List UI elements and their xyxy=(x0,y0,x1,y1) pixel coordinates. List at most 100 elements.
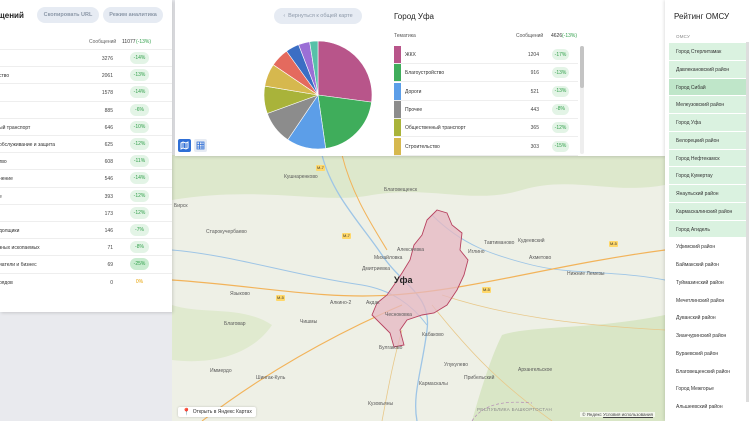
topic-count: 1204 xyxy=(527,52,539,58)
topic-row[interactable]: обслуживание и защита 625 -12% xyxy=(0,135,172,152)
omsu-item[interactable]: Город Уфа xyxy=(669,113,749,131)
omsu-item[interactable]: Кармаскалинский район xyxy=(669,201,749,220)
omsu-item[interactable]: Баймакский район xyxy=(669,255,749,273)
topic-name: нение xyxy=(0,176,13,183)
topic-row[interactable]: 173 -12% xyxy=(0,203,172,221)
topic-row[interactable]: иатели и бизнес 69 -25% xyxy=(0,255,172,272)
omsu-item-label: Давлекановский район xyxy=(676,66,730,73)
topic-row[interactable]: зных ископаемых 71 -8% xyxy=(0,238,172,255)
omsu-item[interactable]: Туймазинский район xyxy=(669,272,749,291)
omsu-item[interactable]: Давлекановский район xyxy=(669,59,749,78)
topic-count: 443 xyxy=(530,106,539,113)
topic-row[interactable]: тво 608 -11% xyxy=(0,152,172,169)
topic-name: ый транспорт xyxy=(0,124,31,131)
topic-row[interactable]: нение 546 -14% xyxy=(0,169,172,186)
back-to-map-label: Вернуться к общей карте xyxy=(288,13,353,19)
topic-name: Строительство xyxy=(405,143,440,150)
omsu-item[interactable]: Белорецкий район xyxy=(669,130,749,149)
topic-change-badge: -12% xyxy=(130,189,149,202)
topic-row[interactable]: 885 -6% xyxy=(0,100,172,118)
table-view-button[interactable] xyxy=(194,139,207,152)
omsu-item[interactable]: Город Нефтекамск xyxy=(669,148,749,167)
messages-column-change: (-13%) xyxy=(562,33,578,39)
topic-row[interactable]: 3276 -14% xyxy=(0,49,172,66)
omsu-item[interactable]: Город Кумертау xyxy=(669,166,749,185)
omsu-item[interactable]: Бураевский район xyxy=(669,343,749,362)
table-scrollbar[interactable] xyxy=(580,46,584,154)
back-to-map-button[interactable]: ‹ Вернуться к общей карте xyxy=(274,8,362,24)
map-city-label: Прибельский xyxy=(464,375,495,381)
topic-row[interactable]: ство 2061 -13% xyxy=(0,66,172,83)
map-city-label: Булгаково xyxy=(379,345,403,351)
omsu-item[interactable]: Город Межгорье xyxy=(669,379,749,397)
topic-name: тво xyxy=(0,159,7,166)
road-number: M-5 xyxy=(609,241,618,247)
topic-row[interactable]: е 393 -12% xyxy=(0,186,172,204)
topics-panel: щений Скопировать URL Режим аналитика Со… xyxy=(0,0,172,312)
topic-color-swatch xyxy=(394,100,401,118)
topics-pie-chart[interactable] xyxy=(263,40,373,150)
copy-url-button[interactable]: Скопировать URL xyxy=(37,7,99,23)
topic-change-badge: -12% xyxy=(552,122,569,134)
topic-name: Прочее xyxy=(405,106,423,113)
map-city-label: Бирск xyxy=(174,203,188,209)
topic-row[interactable]: долщики 146 -7% xyxy=(0,221,172,238)
city-topic-row[interactable]: Прочее 443 -8% xyxy=(394,100,578,119)
map-city-label: Кузовъяны xyxy=(368,401,394,407)
open-in-yandex-maps-link[interactable]: 📍 Открыть в Яндекс Картах xyxy=(178,407,256,417)
topic-row[interactable]: 1578 -14% xyxy=(0,83,172,100)
city-topic-row[interactable]: ЖКХ 1204 -17% xyxy=(394,46,578,64)
omsu-item[interactable]: Янаульский район xyxy=(669,184,749,202)
analytics-mode-button[interactable]: Режим аналитика xyxy=(103,7,163,23)
topic-count: 646 xyxy=(104,124,113,131)
open-in-yandex-maps-label: Открыть в Яндекс Картах xyxy=(192,409,252,415)
topic-count: 173 xyxy=(104,210,113,217)
topic-row[interactable]: ый транспорт 646 -10% xyxy=(0,117,172,135)
topic-row[interactable]: рядов 0 0% xyxy=(0,272,172,290)
omsu-item[interactable]: Дуванский район xyxy=(669,308,749,326)
omsu-item-label: Альшеевский район xyxy=(676,404,723,410)
city-topic-row[interactable]: Общественный транспорт 365 -12% xyxy=(394,119,578,138)
omsu-item[interactable]: Город Агидель xyxy=(669,219,749,238)
omsu-item[interactable]: Благовещенский район xyxy=(669,361,749,380)
messages-column-header: Сообщений xyxy=(516,33,544,39)
map-view-button[interactable] xyxy=(178,139,191,152)
pie-slice[interactable] xyxy=(317,40,373,103)
city-detail-panel: ‹ Вернуться к общей карте Город Уфа Тема… xyxy=(175,0,665,156)
omsu-item[interactable]: Мелеузовский район xyxy=(669,95,749,114)
topic-color-swatch xyxy=(394,137,401,155)
omsu-item[interactable]: Мечетлинский район xyxy=(669,290,749,309)
pie-slice[interactable] xyxy=(317,94,372,149)
omsu-item[interactable]: Зианчуринский район xyxy=(669,326,749,344)
topic-change-badge: -8% xyxy=(552,103,569,115)
omsu-item[interactable]: Уфимский район xyxy=(669,237,749,255)
map-city-label: Алексеевка xyxy=(397,247,425,253)
map-city-label: Тавтиманово xyxy=(484,240,515,246)
city-topic-row[interactable]: Дороги 521 -13% xyxy=(394,82,578,101)
terms-of-use-link[interactable]: Условия использования xyxy=(603,412,653,417)
map-city-label: Кармаскалы xyxy=(419,381,448,387)
topic-change-badge: -12% xyxy=(130,138,149,150)
omsu-item[interactable]: Город Стерлитамак xyxy=(669,42,749,60)
omsu-item[interactable]: Альшеевский район xyxy=(669,397,749,415)
scrollbar-thumb[interactable] xyxy=(580,46,584,88)
topic-change-badge: -13% xyxy=(552,85,569,97)
omsu-item-label: Город Агидель xyxy=(676,226,710,233)
omsu-item-label: Туймазинский район xyxy=(676,279,724,286)
yandex-map[interactable]: Кушнаренково Благовещенск Старокучербаев… xyxy=(172,155,665,421)
topic-change-badge: -13% xyxy=(130,69,149,82)
omsu-item[interactable]: Город Сибай xyxy=(669,77,749,96)
map-city-label: Чесноковка xyxy=(385,312,412,318)
topic-count: 1578 xyxy=(101,90,113,97)
map-city-label: Архангельское xyxy=(518,367,553,373)
road-number: M-5 xyxy=(482,287,491,293)
map-city-label: Иммердо xyxy=(210,368,232,374)
topic-name: обслуживание и защита xyxy=(0,142,55,148)
city-topic-row[interactable]: Благоустройство 916 -13% xyxy=(394,64,578,83)
city-title: Город Уфа xyxy=(394,12,434,21)
omsu-item-label: Мечетлинский район xyxy=(676,297,725,304)
topic-name: Благоустройство xyxy=(405,70,445,77)
region-label: РЕСПУБЛИКА БАШКОРТОСТАН xyxy=(477,407,553,412)
city-topic-row[interactable]: Строительство 303 -15% xyxy=(394,137,578,156)
omsu-item-label: Баймакский район xyxy=(676,262,719,268)
